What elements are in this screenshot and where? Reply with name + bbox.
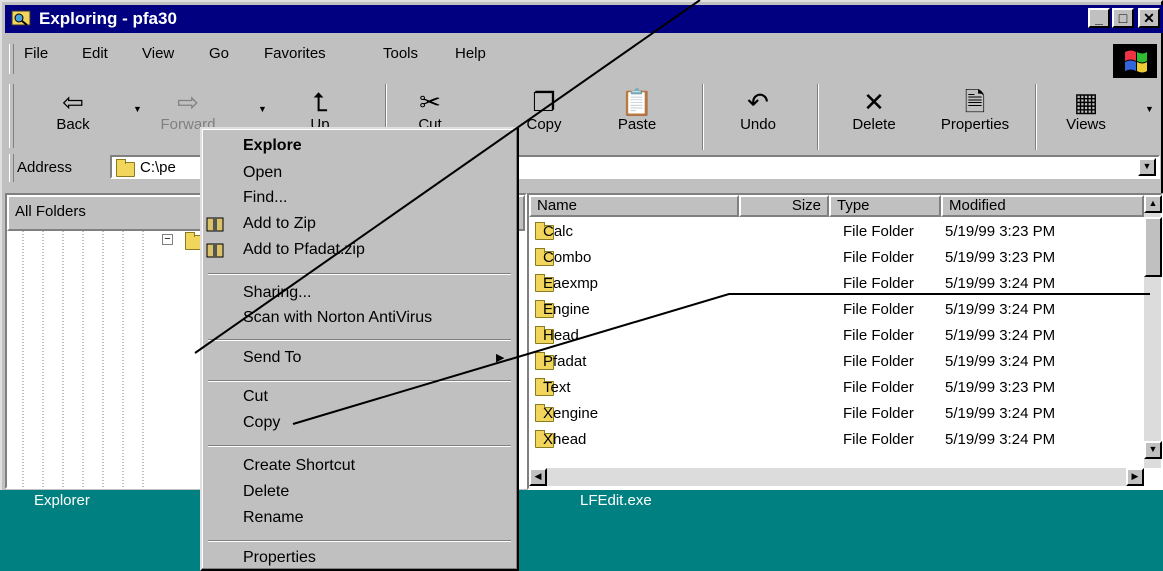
list-item[interactable]: Calc File Folder 5/19/99 3:23 PM bbox=[529, 219, 1144, 245]
list-item[interactable]: Head File Folder 5/19/99 3:24 PM bbox=[529, 323, 1144, 349]
status-bar: Explorer LFEdit.exe bbox=[0, 490, 1163, 571]
scroll-right-icon[interactable]: ▶ bbox=[1126, 468, 1144, 486]
back-button[interactable]: ⇦ Back bbox=[48, 88, 98, 133]
toolbar-separator bbox=[1035, 84, 1037, 150]
menu-separator bbox=[208, 445, 511, 447]
menu-separator bbox=[208, 339, 511, 341]
views-button[interactable]: ▦ Views bbox=[1056, 88, 1116, 133]
explorer-app-icon bbox=[11, 10, 31, 26]
ctx-rename[interactable]: Rename bbox=[243, 509, 303, 527]
forward-dropdown-icon[interactable]: ▼ bbox=[258, 104, 267, 114]
copy-icon: ❐ bbox=[532, 87, 556, 117]
menu-tools[interactable]: Tools bbox=[383, 45, 418, 62]
undo-icon: ↶ bbox=[747, 87, 769, 117]
maximize-button[interactable]: □ bbox=[1112, 8, 1134, 28]
column-modified[interactable]: Modified bbox=[941, 195, 1144, 217]
list-item[interactable]: Text File Folder 5/19/99 3:23 PM bbox=[529, 375, 1144, 401]
ctx-properties[interactable]: Properties bbox=[243, 549, 316, 567]
menu-view[interactable]: View bbox=[142, 45, 174, 62]
ctx-cut[interactable]: Cut bbox=[243, 388, 268, 406]
file-list-pane[interactable]: Name Size Type Modified Calc File Folder 5… bbox=[527, 193, 1163, 490]
ctx-sharing[interactable]: Sharing... bbox=[243, 284, 311, 302]
menu-help[interactable]: Help bbox=[455, 45, 486, 62]
menu-go[interactable]: Go bbox=[209, 45, 229, 62]
ctx-copy[interactable]: Copy bbox=[243, 414, 280, 432]
back-dropdown-icon[interactable]: ▼ bbox=[133, 104, 142, 114]
close-button[interactable]: ✕ bbox=[1138, 8, 1160, 28]
vertical-scrollbar[interactable]: ▲ ▼ bbox=[1144, 195, 1162, 468]
menu-file[interactable]: File bbox=[24, 45, 48, 62]
column-size[interactable]: Size bbox=[739, 195, 829, 217]
context-menu: Explore Open Find... Add to Zip Add to P… bbox=[200, 127, 519, 571]
ctx-explore[interactable]: Explore bbox=[243, 137, 302, 155]
list-item[interactable]: Xengine File Folder 5/19/99 3:24 PM bbox=[529, 401, 1144, 427]
copy-button[interactable]: ❐ Copy bbox=[518, 88, 570, 133]
properties-icon: 🗎 bbox=[964, 87, 986, 117]
ctx-scan-norton[interactable]: Scan with Norton AntiVirus bbox=[243, 309, 432, 327]
menu-separator bbox=[208, 273, 511, 275]
address-grip[interactable] bbox=[9, 154, 14, 182]
ctx-open[interactable]: Open bbox=[243, 164, 282, 182]
collapse-icon[interactable]: − bbox=[162, 234, 173, 245]
toolbar-separator bbox=[817, 84, 819, 150]
folder-icon bbox=[116, 159, 135, 177]
scroll-left-icon[interactable]: ◀ bbox=[529, 468, 547, 486]
menu-edit[interactable]: Edit bbox=[82, 45, 108, 62]
views-grid-icon: ▦ bbox=[1073, 87, 1099, 117]
views-dropdown-icon[interactable]: ▼ bbox=[1145, 104, 1154, 114]
ctx-send-to[interactable]: Send To bbox=[243, 349, 301, 367]
up-folder-icon: ⮤ bbox=[312, 87, 328, 117]
minimize-button[interactable]: _ bbox=[1088, 8, 1110, 28]
undo-button[interactable]: ↶ Undo bbox=[728, 88, 788, 133]
properties-button[interactable]: 🗎 Properties bbox=[927, 88, 1023, 133]
tree-guide-lines bbox=[22, 231, 144, 487]
list-item[interactable]: Combo File Folder 5/19/99 3:23 PM bbox=[529, 245, 1144, 271]
menu-separator bbox=[208, 380, 511, 382]
status-left-text: Explorer bbox=[34, 492, 90, 509]
windows-logo-icon bbox=[1113, 44, 1157, 78]
forward-arrow-icon: ⇨ bbox=[177, 87, 199, 117]
menu-favorites[interactable]: Favorites bbox=[264, 45, 326, 62]
address-value: C:\pe bbox=[140, 159, 176, 176]
list-item[interactable]: Pfadat File Folder 5/19/99 3:24 PM bbox=[529, 349, 1144, 375]
ctx-create-shortcut[interactable]: Create Shortcut bbox=[243, 457, 355, 475]
scroll-down-icon[interactable]: ▼ bbox=[1144, 441, 1162, 459]
back-arrow-icon: ⇦ bbox=[62, 87, 84, 117]
list-item[interactable]: Eaexmp File Folder 5/19/99 3:24 PM bbox=[529, 271, 1144, 297]
column-type[interactable]: Type bbox=[829, 195, 941, 217]
ctx-add-to-pfadat-zip[interactable]: Add to Pfadat.zip bbox=[243, 241, 365, 259]
menu-separator bbox=[208, 540, 511, 542]
list-item[interactable]: Engine File Folder 5/19/99 3:24 PM bbox=[529, 297, 1144, 323]
list-item[interactable]: Xhead File Folder 5/19/99 3:24 PM bbox=[529, 427, 1144, 453]
toolbar-separator bbox=[702, 84, 704, 150]
ctx-delete[interactable]: Delete bbox=[243, 483, 289, 501]
address-label: Address bbox=[17, 159, 73, 176]
toolbar-grip[interactable] bbox=[9, 84, 14, 148]
paste-button[interactable]: 📋 Paste bbox=[607, 88, 667, 133]
submenu-arrow-icon: ▶ bbox=[496, 352, 505, 364]
window-title: Exploring - pfa30 bbox=[39, 9, 177, 28]
ctx-add-to-zip[interactable]: Add to Zip bbox=[243, 215, 316, 233]
delete-x-icon: ✕ bbox=[863, 87, 885, 117]
address-dropdown-icon[interactable]: ▼ bbox=[1138, 158, 1156, 176]
winzip-icon bbox=[206, 243, 224, 258]
ctx-find[interactable]: Find... bbox=[243, 189, 287, 207]
title-bar[interactable]: Exploring - pfa30 _ □ ✕ bbox=[5, 5, 1163, 33]
menubar-grip[interactable] bbox=[9, 44, 14, 74]
delete-button[interactable]: ✕ Delete bbox=[838, 88, 910, 133]
scroll-up-icon[interactable]: ▲ bbox=[1144, 195, 1162, 213]
winzip-icon bbox=[206, 217, 224, 232]
status-right-text: LFEdit.exe bbox=[580, 492, 652, 509]
horizontal-scrollbar[interactable]: ◀ ▶ bbox=[529, 468, 1144, 486]
scissors-icon: ✂ bbox=[419, 87, 441, 117]
column-name[interactable]: Name bbox=[529, 195, 739, 217]
paste-icon: 📋 bbox=[620, 87, 654, 117]
scroll-thumb[interactable] bbox=[1144, 217, 1162, 277]
